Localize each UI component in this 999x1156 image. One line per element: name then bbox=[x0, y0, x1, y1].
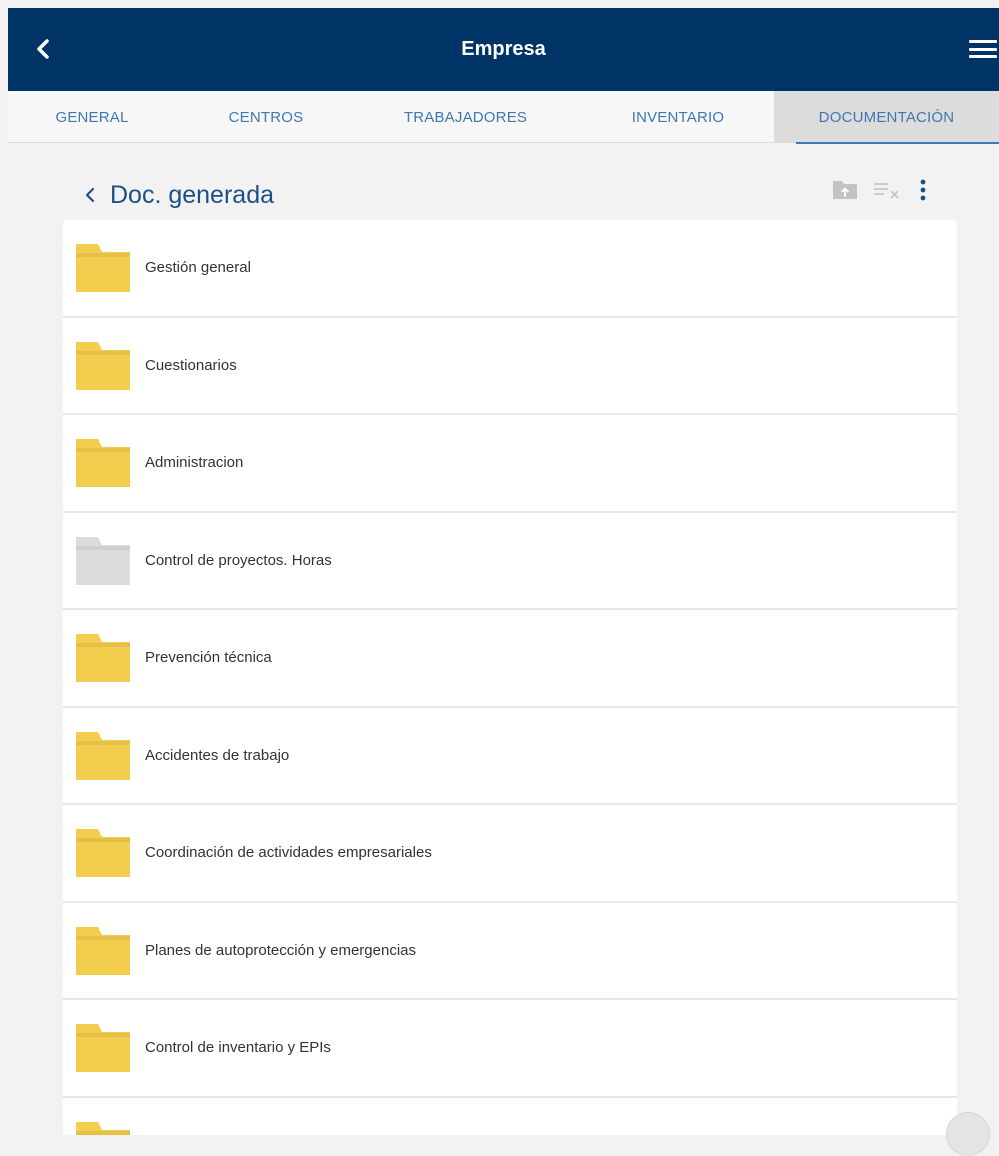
tab-inventario[interactable]: INVENTARIO bbox=[603, 91, 753, 143]
folder-icon bbox=[76, 341, 130, 390]
chevron-left-icon bbox=[84, 187, 96, 203]
folder-row[interactable]: Control de proyectos. Horas bbox=[63, 513, 957, 610]
folder-icon bbox=[76, 244, 130, 292]
folder-icon bbox=[76, 634, 130, 682]
folder-row[interactable]: Cuestionarios bbox=[63, 318, 957, 415]
tab-general[interactable]: GENERAL bbox=[22, 91, 162, 143]
folder-icon bbox=[76, 829, 130, 877]
folder-name: Administracion bbox=[145, 454, 244, 472]
folder-upload-icon[interactable] bbox=[832, 178, 862, 204]
folder-row[interactable] bbox=[63, 1098, 957, 1135]
folder-row[interactable]: Control de inventario y EPIs bbox=[63, 1000, 957, 1098]
folder-icon bbox=[76, 536, 130, 585]
tab-bar: GENERAL CENTROS TRABAJADORES INVENTARIO … bbox=[8, 91, 999, 144]
folder-name: Cuestionarios bbox=[145, 356, 237, 374]
folder-icon bbox=[76, 1121, 130, 1135]
folder-icon bbox=[76, 439, 130, 487]
folder-icon bbox=[76, 926, 130, 975]
folder-row[interactable]: Accidentes de trabajo bbox=[63, 708, 957, 805]
chevron-left-icon bbox=[37, 39, 49, 59]
back-button[interactable] bbox=[28, 34, 58, 64]
folder-name: Planes de autoprotección y emergencias bbox=[145, 941, 416, 959]
scroll-button[interactable] bbox=[946, 1112, 990, 1156]
folder-row[interactable]: Coordinación de actividades empresariale… bbox=[63, 805, 957, 903]
clear-filter-icon[interactable] bbox=[872, 178, 902, 204]
folder-row[interactable]: Administracion bbox=[63, 415, 957, 513]
tab-trabajadores[interactable]: TRABAJADORES bbox=[368, 91, 563, 143]
app-header: Empresa bbox=[8, 8, 999, 91]
tab-centros[interactable]: CENTROS bbox=[196, 91, 336, 143]
folder-name: Prevención técnica bbox=[145, 649, 272, 667]
folder-list: Gestión general Cuestionarios Administraci… bbox=[63, 220, 957, 1135]
page-title: Empresa bbox=[461, 38, 546, 60]
folder-icon bbox=[76, 731, 130, 780]
folder-name: Coordinación de actividades empresariale… bbox=[145, 844, 432, 862]
folder-row[interactable]: Prevención técnica bbox=[63, 610, 957, 708]
hamburger-menu-icon[interactable] bbox=[969, 36, 997, 62]
folder-name: Control de inventario y EPIs bbox=[145, 1039, 331, 1057]
breadcrumb-label: Doc. generada bbox=[110, 180, 275, 209]
folder-row[interactable]: Gestión general bbox=[63, 220, 957, 318]
folder-name: Gestión general bbox=[145, 259, 251, 277]
folder-name: Accidentes de trabajo bbox=[145, 746, 290, 764]
folder-icon bbox=[76, 1024, 130, 1072]
breadcrumb-back[interactable]: Doc. generada bbox=[84, 175, 274, 215]
more-vertical-icon[interactable] bbox=[918, 178, 930, 204]
folder-name: Control de proyectos. Horas bbox=[145, 551, 332, 569]
folder-row[interactable]: Planes de autoprotección y emergencias bbox=[63, 903, 957, 1000]
tab-documentacion[interactable]: DOCUMENTACIÓN bbox=[774, 91, 999, 144]
